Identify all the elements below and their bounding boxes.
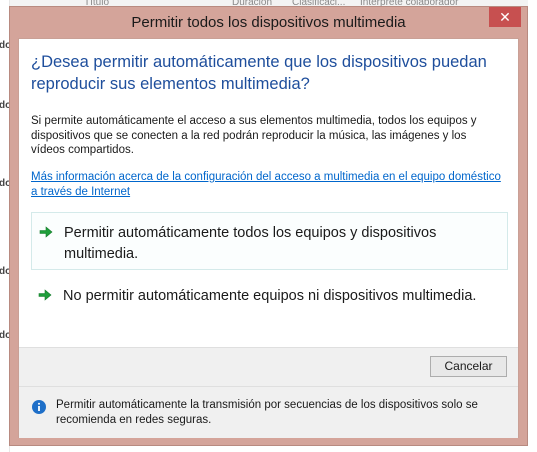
- dialog-title: Permitir todos los dispositivos multimed…: [131, 14, 406, 31]
- button-bar: Cancelar: [19, 347, 518, 386]
- dialog-titlebar[interactable]: Permitir todos los dispositivos multimed…: [10, 7, 527, 37]
- allow-all-devices-option[interactable]: Permitir automáticamente todos los equip…: [31, 212, 508, 270]
- dialog-description: Si permite automáticamente el acceso a s…: [31, 115, 477, 156]
- footer-note: Permitir automáticamente la transmisión …: [19, 386, 518, 438]
- dialog-heading: ¿Desea permitir automáticamente que los …: [31, 53, 487, 93]
- background-right-panel: [528, 0, 537, 452]
- cancel-button[interactable]: Cancelar: [430, 356, 507, 377]
- deny-devices-option[interactable]: No permitir automáticamente equipos ni d…: [31, 276, 508, 334]
- info-icon: [32, 400, 46, 414]
- close-icon: ✕: [499, 9, 511, 25]
- option-label: Permitir automáticamente todos los equip…: [64, 225, 437, 262]
- footer-note-text: Permitir automáticamente la transmisión …: [56, 399, 478, 426]
- green-arrow-icon: [39, 226, 53, 238]
- dialog-content: ¿Desea permitir automáticamente que los …: [18, 38, 519, 438]
- green-arrow-icon: [38, 289, 52, 301]
- media-devices-dialog: Permitir todos los dispositivos multimed…: [9, 6, 528, 446]
- option-label: No permitir automáticamente equipos ni d…: [63, 288, 477, 304]
- more-info-link[interactable]: Más información acerca de la configuraci…: [31, 170, 501, 199]
- close-button[interactable]: ✕: [489, 7, 521, 27]
